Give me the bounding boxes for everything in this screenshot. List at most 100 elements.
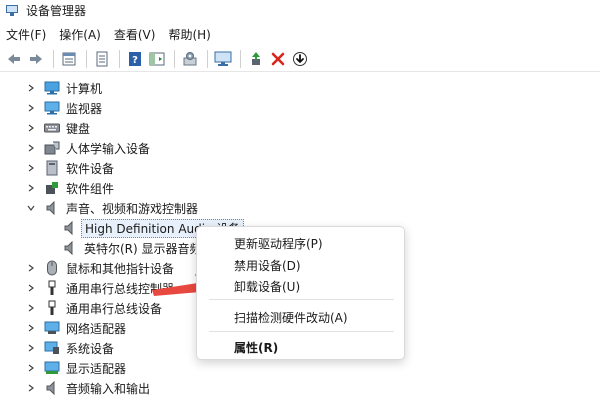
chevron-right-icon[interactable] [26,363,36,373]
update-driver-button[interactable] [180,49,200,69]
speaker-icon [62,240,78,256]
chevron-right-icon[interactable] [26,383,36,393]
view-button[interactable] [92,49,112,69]
menu-file[interactable]: 文件(F) [6,26,46,43]
device-manager-icon [6,4,18,16]
tree-item-label: 系统设备 [66,341,115,356]
help-button[interactable]: ? [125,49,145,69]
toolbar-separator [86,49,87,68]
menu-disable-device[interactable]: 禁用设备(D) [234,257,301,274]
back-button[interactable] [4,49,24,69]
toolbar-separator [53,49,54,68]
menu-scan-hardware[interactable]: 扫描检测硬件改动(A) [234,309,348,326]
menu-bar: 文件(F) 操作(A) 查看(V) 帮助(H) [0,24,600,44]
uninstall-device-button[interactable] [268,49,288,69]
menu-properties[interactable]: 属性(R) [234,339,278,356]
software-device-icon [44,160,60,176]
tree-item-label: 通用串行总线设备 [66,301,163,316]
mouse-icon [44,260,60,276]
toolbar: ? [0,46,600,72]
back-icon [8,53,20,64]
tree-item-network-adapters[interactable]: 网络适配器 [26,318,126,338]
display-adapter-icon [44,360,60,376]
tree-item-label: 监视器 [66,101,103,116]
chevron-right-icon[interactable] [26,163,36,173]
hid-icon [44,140,60,156]
download-icon [293,51,307,66]
update-driver-icon [183,51,197,65]
tree-item-display-adapters[interactable]: 显示适配器 [26,358,126,378]
download-button[interactable] [290,49,310,69]
monitor-icon [44,100,60,116]
toggle-pane-button[interactable] [147,49,167,69]
computer-icon [44,80,60,96]
tree-item-label: 英特尔(R) 显示器音频 [84,241,202,256]
chevron-right-icon[interactable] [26,303,36,313]
chevron-right-icon[interactable] [26,183,36,193]
tree-item-audio-io[interactable]: 音频输入和输出 [26,378,150,398]
tree-item-software-components[interactable]: 软件组件 [26,178,114,198]
speaker-icon [44,200,60,216]
tree-item-usb-devices[interactable]: 通用串行总线设备 [26,298,162,318]
chevron-right-icon[interactable] [26,123,36,133]
chevron-right-icon[interactable] [26,83,36,93]
tree-item-label: 声音、视频和游戏控制器 [66,201,199,216]
chevron-right-icon[interactable] [26,143,36,153]
help-icon: ? [129,51,141,66]
tree-item-system-devices[interactable]: 系统设备 [26,338,114,358]
chevron-right-icon[interactable] [26,323,36,333]
view-icon [96,51,108,66]
tree-item-label: 软件设备 [66,161,115,176]
tree-item-computer[interactable]: 计算机 [26,78,102,98]
speaker-icon [62,220,78,236]
tree-item-label: 网络适配器 [66,321,127,336]
toggle-pane-icon [149,52,165,65]
tree-item-hid[interactable]: 人体学输入设备 [26,138,150,158]
scan-hardware-button[interactable] [213,49,233,69]
toolbar-separator [119,49,120,68]
tree-item-sound-video-game[interactable]: 声音、视频和游戏控制器 [26,198,198,218]
tree-item-label: 人体学输入设备 [66,141,151,156]
enable-device-button[interactable] [246,49,266,69]
menu-separator [209,331,394,332]
keyboard-icon [44,120,60,136]
chevron-right-icon[interactable] [26,263,36,273]
menu-action[interactable]: 操作(A) [59,26,101,43]
title-bar: 设备管理器 [0,0,600,20]
toolbar-separator [240,49,241,68]
usb-icon [44,280,60,296]
tree-item-label: 键盘 [66,121,91,136]
menu-update-driver[interactable]: 更新驱动程序(P) [234,235,323,252]
tree-item-label: 音频输入和输出 [66,381,151,396]
tree-item-label: 计算机 [66,81,103,96]
toolbar-separator [174,49,175,68]
properties-icon [62,52,76,65]
toolbar-separator [207,49,208,68]
tree-item-keyboards[interactable]: 键盘 [26,118,90,138]
chevron-right-icon[interactable] [26,283,36,293]
menu-view[interactable]: 查看(V) [114,26,156,43]
software-component-icon [44,180,60,196]
audio-io-icon [44,380,60,396]
menu-help[interactable]: 帮助(H) [168,26,210,43]
system-icon [44,340,60,356]
chevron-right-icon[interactable] [26,103,36,113]
tree-item-label: 软件组件 [66,181,115,196]
network-icon [44,320,60,336]
tree-item-label: 显示适配器 [66,361,127,376]
chevron-right-icon[interactable] [26,343,36,353]
forward-button[interactable] [26,49,46,69]
menu-separator [209,299,394,300]
scan-hardware-icon [214,51,232,66]
tree-item-intel-audio[interactable]: 英特尔(R) 显示器音频 [62,238,202,258]
enable-device-icon [252,51,260,65]
window-title: 设备管理器 [26,3,87,18]
forward-icon [30,53,42,64]
uninstall-device-icon [271,52,285,65]
properties-button[interactable] [59,49,79,69]
tree-item-software-devices[interactable]: 软件设备 [26,158,114,178]
tree-item-monitors[interactable]: 监视器 [26,98,102,118]
menu-uninstall-device[interactable]: 卸载设备(U) [234,278,300,295]
usb-icon [44,300,60,316]
chevron-down-icon[interactable] [26,203,36,213]
